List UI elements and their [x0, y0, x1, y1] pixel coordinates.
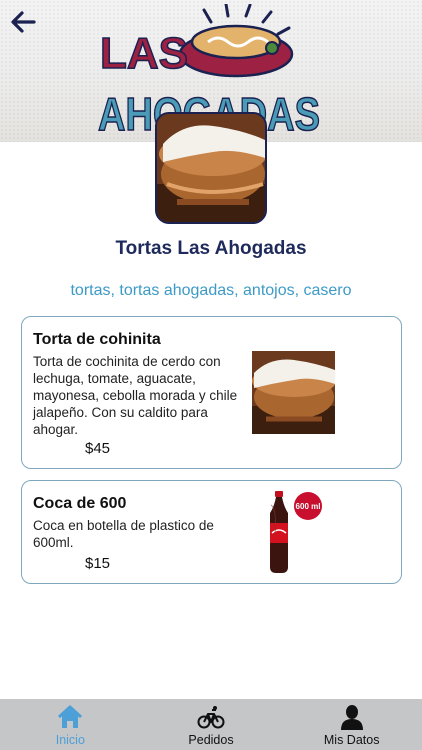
nav-label-pedidos: Pedidos	[188, 733, 234, 747]
bicycle-icon	[197, 706, 225, 729]
product-title: Torta de cohinita	[33, 331, 161, 348]
product-price: $15	[85, 555, 111, 572]
nav-item-mis-datos[interactable]: Mis Datos	[281, 699, 422, 750]
store-name: Tortas Las Ahogadas	[115, 238, 307, 259]
nav-item-inicio[interactable]: Inicio	[0, 699, 141, 750]
logo-text-las: LAS	[100, 29, 188, 78]
store-tags: tortas, tortas ahogadas, antojos, casero	[70, 282, 352, 299]
home-icon	[58, 705, 83, 728]
nav-label-inicio: Inicio	[55, 733, 85, 747]
product-description: Coca en botella de plastico de 600ml.	[33, 518, 214, 550]
store-photo	[155, 112, 267, 224]
size-badge: 600 ml	[296, 502, 321, 511]
product-card[interactable]: Torta de cohinita Torta de cochinita de …	[21, 316, 402, 469]
product-image: 600 ml	[260, 489, 324, 575]
user-icon	[340, 705, 363, 730]
nav-item-pedidos[interactable]: Pedidos	[141, 699, 282, 750]
product-description: Torta de cochinita de cerdo con lechuga,…	[33, 354, 238, 437]
bottom-nav: Inicio Pedidos Mis Datos	[0, 699, 422, 750]
product-price: $45	[85, 440, 111, 457]
nav-label-mis-datos: Mis Datos	[323, 733, 380, 747]
arrow-left-icon[interactable]	[10, 10, 36, 34]
product-title: Coca de 600	[33, 495, 127, 512]
product-card[interactable]: Coca de 600 Coca en botella de plastico …	[21, 480, 402, 584]
product-image	[252, 351, 335, 434]
